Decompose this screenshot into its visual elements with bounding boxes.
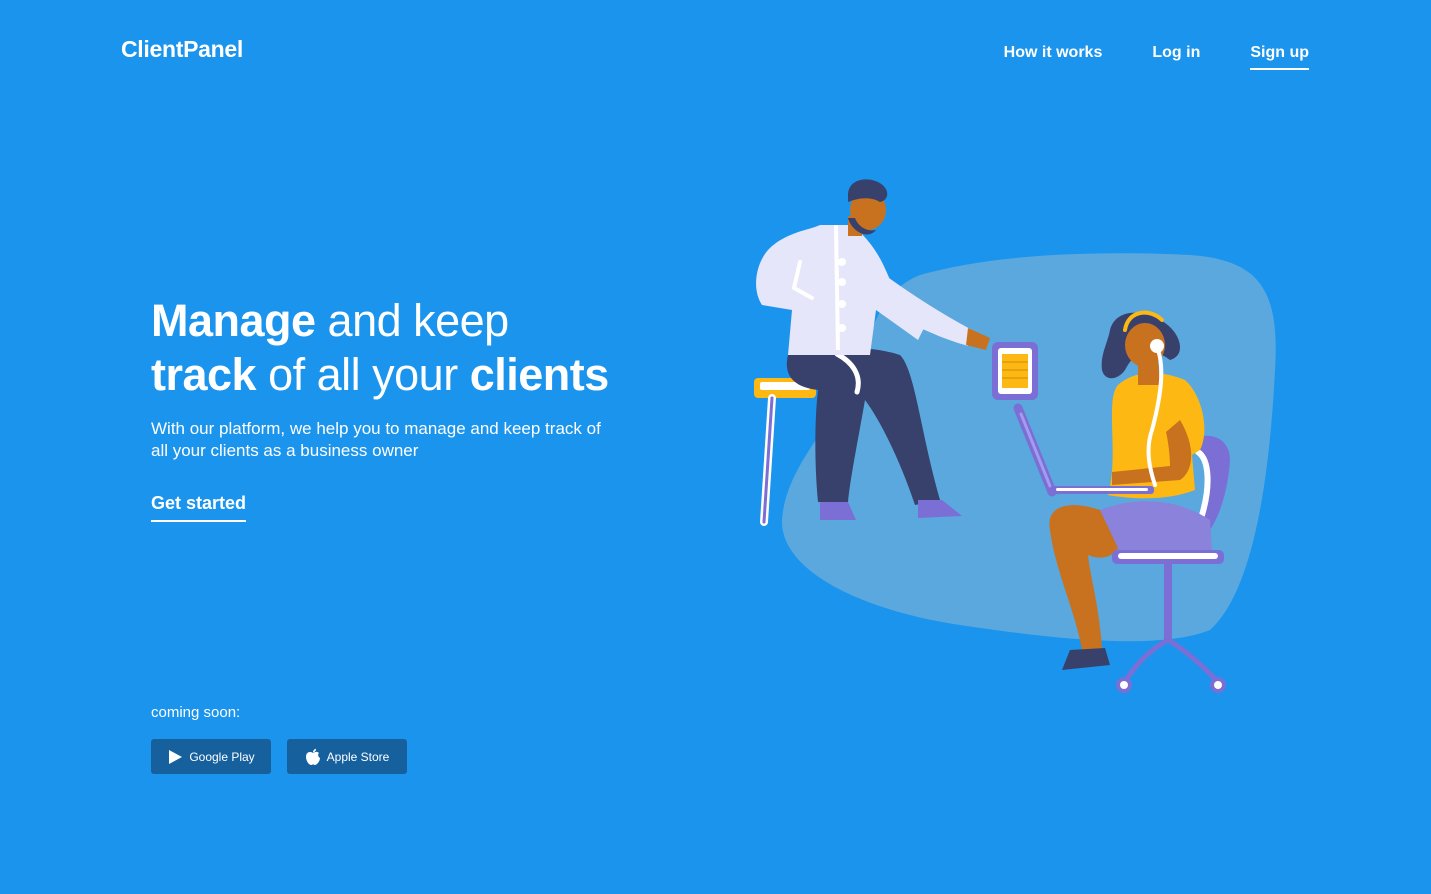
nav-how-it-works[interactable]: How it works: [1004, 43, 1103, 68]
people-working-illustration: [754, 179, 1276, 693]
hero-title-and-keep: and keep: [315, 295, 510, 346]
hero-title: Manage and keep track of all your client…: [151, 294, 631, 402]
store-buttons: Google Play Apple Store: [151, 739, 407, 774]
hero-title-manage: Manage: [151, 295, 316, 346]
hero-section: Manage and keep track of all your client…: [151, 294, 631, 522]
brand-logo[interactable]: ClientPanel: [121, 36, 243, 63]
play-icon: [167, 749, 183, 765]
hero-illustration: [740, 170, 1300, 715]
google-play-button[interactable]: Google Play: [151, 739, 271, 774]
get-started-button[interactable]: Get started: [151, 493, 247, 522]
top-nav: How it works Log in Sign up: [1004, 43, 1309, 70]
hero-title-clients: clients: [469, 349, 610, 400]
hero-subtitle: With our platform, we help you to manage…: [151, 419, 601, 460]
woman-shoe: [1062, 648, 1110, 670]
nav-log-in[interactable]: Log in: [1152, 43, 1200, 68]
apple-store-label: Apple Store: [326, 749, 390, 764]
apple-icon: [305, 748, 321, 766]
coming-soon-label: coming soon:: [151, 704, 241, 721]
google-play-label: Google Play: [189, 749, 255, 764]
nav-sign-up[interactable]: Sign up: [1250, 43, 1309, 70]
apple-store-button[interactable]: Apple Store: [287, 739, 407, 774]
hero-title-of-all-your: of all your: [256, 349, 470, 400]
hero-title-track: track: [151, 349, 257, 400]
tablet-device: [992, 342, 1038, 400]
